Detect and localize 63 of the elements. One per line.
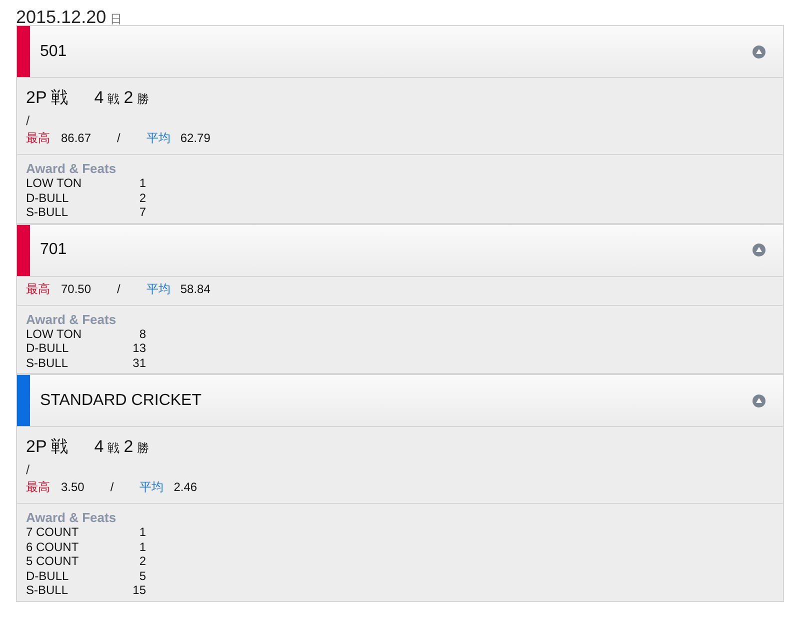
games-unit: 戦 [108,91,120,108]
feat-name: 7 COUNT [26,525,80,540]
feat-name: S-BULL [26,583,70,598]
separator-text: / [117,131,120,145]
feat-count: 13 [132,341,146,356]
games-count: 4 [94,437,104,457]
feat-count: 31 [132,356,146,370]
best-score: 3.50 [61,480,84,494]
section-title: 501 [40,42,68,60]
date-text: 2015.12.20 [16,7,106,27]
section-header[interactable]: 701 [17,224,783,276]
feat-name: D-BULL [26,568,70,583]
collapse-icon[interactable] [752,243,766,257]
feat-count: 2 [138,190,146,205]
feats-heading: Award & Feats [26,510,118,525]
feat-count: 15 [132,583,146,598]
wins-unit: 勝 [137,91,150,108]
feat-name: S-BULL [26,205,70,220]
average-score: 2.46 [174,480,198,494]
average-label: 平均 [140,479,164,496]
average-label: 平均 [146,130,170,147]
collapse-icon[interactable] [752,44,766,58]
games-unit: 戦 [108,440,120,457]
match-type: 2P 戦 [26,436,68,458]
feat-count: 2 [138,554,146,568]
feat-count: 1 [138,525,146,540]
feat-name: 5 COUNT [26,554,80,568]
feat-name: S-BULL [26,356,70,370]
average-score: 58.84 [180,282,210,296]
feats-heading: Award & Feats [26,312,118,326]
separator-text: / [117,282,120,296]
match-type: 2P 戦 [26,87,68,109]
note-text: / [26,462,31,477]
section-header[interactable]: STANDARD CRICKET [17,374,783,427]
feat-name: LOW TON [26,176,83,190]
feat-name: D-BULL [26,341,70,356]
separator-text: / [110,480,114,494]
average-label: 平均 [146,280,170,298]
best-label: 最高 [26,280,50,298]
wins-count: 2 [124,88,134,108]
wins-unit: 勝 [137,440,150,457]
section-title: 701 [40,241,68,259]
feat-count: 1 [138,176,146,190]
best-score: 86.67 [61,131,92,145]
section-header[interactable]: 501 [17,25,783,78]
games-count: 4 [94,88,104,108]
feat-name: 6 COUNT [26,540,80,554]
feat-count: 1 [138,540,146,554]
feat-count: 5 [138,568,146,583]
section-title: STANDARD CRICKET [40,392,202,410]
wins-count: 2 [124,437,134,457]
best-label: 最高 [26,479,50,496]
feat-count: 7 [138,205,146,220]
feat-count: 8 [138,326,146,341]
best-score: 70.50 [61,282,92,296]
feats-heading: Award & Feats [26,161,118,176]
feat-name: LOW TON [26,326,83,341]
note-text: / [26,113,31,128]
collapse-icon[interactable] [752,394,766,408]
weekday-label: 日 [110,12,122,26]
feat-name: D-BULL [26,190,70,205]
average-score: 62.79 [180,131,210,145]
best-label: 最高 [26,130,50,147]
